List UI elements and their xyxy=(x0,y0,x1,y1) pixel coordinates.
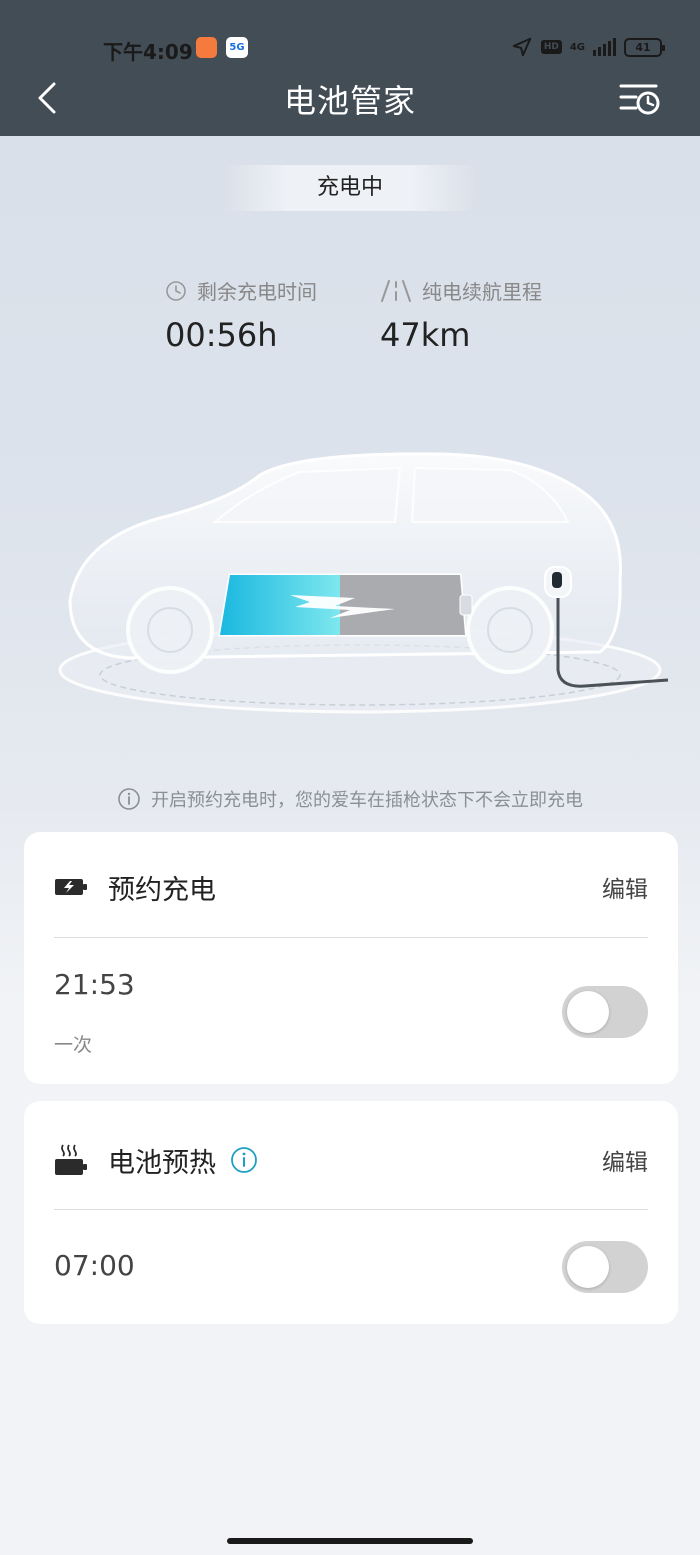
top-bar: 下午4:09 5G HD 4G 41 电池管家 xyxy=(0,0,700,136)
hd-voice-icon: HD xyxy=(540,40,562,54)
clock-icon xyxy=(166,280,186,301)
charging-history-menu-icon[interactable] xyxy=(618,82,660,116)
card-divider xyxy=(54,1209,648,1210)
scheduled-charging-edit-button[interactable]: 编辑 xyxy=(602,870,648,904)
battery-preheat-time: 07:00 xyxy=(54,1249,135,1282)
signal-strength-icon xyxy=(593,38,616,56)
car-battery-illustration xyxy=(58,452,669,714)
scheduled-charging-title: 预约充电 xyxy=(108,874,216,906)
battery-heating-icon xyxy=(55,1144,87,1175)
battery-icon: 41 xyxy=(624,37,665,57)
range-value: 47km xyxy=(380,316,471,354)
range-label-group: 纯电续航里程 xyxy=(380,276,542,305)
scheduled-charging-notice: 开启预约充电时，您的爱车在插枪状态下不会立即充电 xyxy=(0,786,700,812)
app-notification-icon xyxy=(196,37,217,58)
scheduled-charging-frequency: 一次 xyxy=(54,1034,93,1056)
scheduled-charging-toggle[interactable] xyxy=(562,986,648,1038)
notice-text: 开启预约充电时，您的爱车在插枪状态下不会立即充电 xyxy=(151,790,583,811)
5g-network-icon: 5G xyxy=(226,37,248,58)
status-time: 下午4:09 xyxy=(103,40,193,64)
status-icons: HD 4G 41 xyxy=(511,36,665,58)
home-indicator[interactable] xyxy=(227,1538,473,1544)
scheduled-charging-header: 预约充电 编辑 xyxy=(54,857,648,917)
range-label: 纯电续航里程 xyxy=(422,280,542,304)
battery-preheat-title: 电池预热 xyxy=(108,1147,216,1179)
remaining-time-label-group: 剩余充电时间 xyxy=(165,276,317,305)
charging-status-pill: 充电中 xyxy=(225,165,475,211)
toggle-knob xyxy=(567,991,609,1033)
scheduled-charging-time: 21:53 xyxy=(54,968,135,1001)
toggle-knob xyxy=(567,1246,609,1288)
battery-preheat-toggle[interactable] xyxy=(562,1241,648,1293)
battery-preheat-card: 电池预热 编辑 07:00 xyxy=(24,1101,678,1324)
page-title: 电池管家 xyxy=(283,82,416,120)
scheduled-charging-card: 预约充电 编辑 21:53 一次 xyxy=(24,832,678,1084)
battery-preheat-header: 电池预热 编辑 xyxy=(54,1130,648,1190)
battery-preheat-edit-button[interactable]: 编辑 xyxy=(602,1143,648,1177)
remaining-time-value: 00:56h xyxy=(165,316,278,354)
road-icon xyxy=(381,279,411,302)
battery-preheat-info-icon[interactable] xyxy=(230,1146,258,1174)
battery-charging-icon xyxy=(55,879,87,895)
location-arrow-icon xyxy=(512,37,532,57)
card-divider xyxy=(54,937,648,938)
info-icon xyxy=(118,788,140,810)
network-type-label: 4G xyxy=(569,41,585,53)
remaining-time-label: 剩余充电时间 xyxy=(197,280,317,304)
